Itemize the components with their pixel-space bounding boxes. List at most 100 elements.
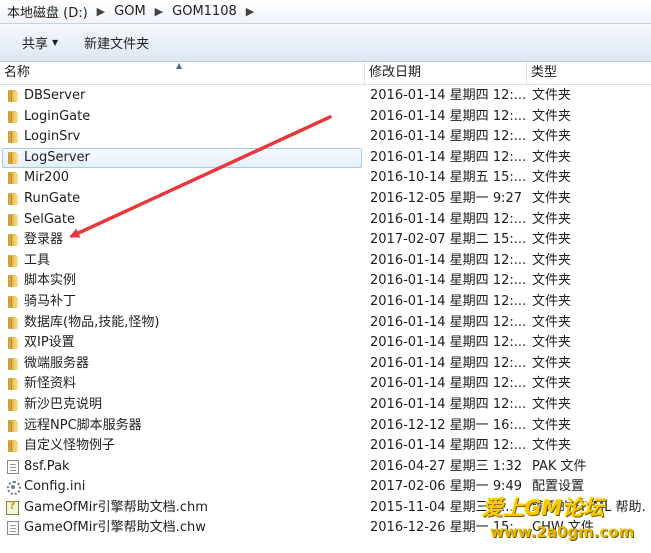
folder-icon	[6, 213, 20, 227]
file-row[interactable]: 新怪资料 2016-01-14 星期四 12:... 文件夹	[0, 374, 651, 395]
file-name: 登录器	[24, 232, 64, 248]
chevron-down-icon: ▼	[52, 38, 59, 47]
folder-icon	[6, 274, 20, 288]
breadcrumb-separator-icon[interactable]: ▶	[149, 5, 169, 18]
file-name: GameOfMir引擎帮助文档.chm	[24, 499, 208, 515]
settings-file-icon	[6, 480, 21, 496]
column-header-name[interactable]: 名称	[0, 62, 365, 84]
file-list[interactable]: DBServer 2016-01-14 星期四 12:... 文件夹 LoginGat…	[0, 86, 651, 553]
file-date: 2016-01-14 星期四 12:...	[370, 293, 525, 309]
file-row[interactable]: RunGate 2016-12-05 星期一 9:27 文件夹	[0, 189, 651, 210]
file-date: 2016-01-14 星期四 12:...	[370, 376, 525, 392]
file-type: 文件夹	[532, 129, 572, 145]
folder-icon	[6, 295, 20, 309]
file-row[interactable]: GameOfMir引擎帮助文档.chm 2015-11-04 星期三 1... 编译…	[0, 498, 651, 519]
file-date: 2016-01-14 星期四 12:...	[370, 108, 525, 124]
file-name: 远程NPC脚本服务器	[24, 417, 142, 433]
file-name: 双IP设置	[24, 335, 75, 351]
address-bar[interactable]: 本地磁盘 (D:) ▶ GOM ▶ GOM1108 ▶	[0, 0, 651, 24]
file-row[interactable]: LogServer 2016-01-14 星期四 12:... 文件夹	[0, 147, 651, 169]
file-name: Mir200	[24, 170, 69, 186]
file-type: 编译的 HTML 帮助...	[532, 499, 647, 515]
file-date: 2017-02-07 星期二 15:...	[370, 232, 525, 248]
folder-icon	[6, 419, 20, 433]
file-row[interactable]: LoginGate 2016-01-14 星期四 12:... 文件夹	[0, 107, 651, 128]
share-button[interactable]: 共享 ▼	[14, 30, 66, 55]
file-row[interactable]: Mir200 2016-10-14 星期五 15:... 文件夹	[0, 168, 651, 189]
file-row[interactable]: 登录器 2017-02-07 星期二 15:... 文件夹	[0, 230, 651, 251]
file-row[interactable]: 远程NPC脚本服务器 2016-12-12 星期一 16:... 文件夹	[0, 416, 651, 437]
file-row[interactable]: GameOfMir引擎帮助文档.chw 2016-12-26 星期一 15:...…	[0, 518, 651, 539]
column-header-type[interactable]: 类型	[527, 62, 651, 84]
folder-icon	[6, 336, 20, 350]
file-type: 文件夹	[532, 417, 572, 433]
file-type: 文件夹	[532, 376, 572, 392]
folder-icon	[6, 171, 20, 185]
column-headers: ▲ 名称 修改日期 类型	[0, 62, 651, 85]
file-name: GameOfMir引擎帮助文档.chw	[24, 520, 206, 536]
file-date: 2017-02-06 星期一 9:49	[370, 479, 523, 495]
breadcrumb-separator-icon[interactable]: ▶	[91, 5, 111, 18]
file-date: 2016-01-14 星期四 12:...	[370, 129, 525, 145]
file-type: 文件夹	[532, 314, 572, 330]
folder-icon	[6, 151, 20, 165]
folder-icon	[6, 316, 20, 330]
file-date: 2016-01-14 星期四 12:...	[370, 355, 525, 371]
folder-icon	[6, 130, 20, 144]
breadcrumb-separator-icon[interactable]: ▶	[240, 5, 260, 18]
file-row[interactable]: DBServer 2016-01-14 星期四 12:... 文件夹	[0, 86, 651, 107]
file-row[interactable]: 新沙巴克说明 2016-01-14 星期四 12:... 文件夹	[0, 395, 651, 416]
file-row[interactable]: 微端服务器 2016-01-14 星期四 12:... 文件夹	[0, 354, 651, 375]
file-type: 文件夹	[532, 293, 572, 309]
help-file-icon	[6, 499, 19, 515]
file-row[interactable]: SelGate 2016-01-14 星期四 12:... 文件夹	[0, 210, 651, 231]
file-name: 新怪资料	[24, 376, 77, 392]
file-date: 2016-12-05 星期一 9:27	[370, 190, 523, 206]
file-type: 文件夹	[532, 335, 572, 351]
file-type: 文件夹	[532, 170, 572, 186]
new-folder-button-label: 新建文件夹	[84, 37, 150, 52]
breadcrumb-item-drive[interactable]: 本地磁盘 (D:)	[4, 2, 91, 21]
file-row[interactable]: 工具 2016-01-14 星期四 12:... 文件夹	[0, 251, 651, 272]
file-date: 2016-01-14 星期四 12:...	[370, 149, 525, 165]
file-row[interactable]: 骑马补丁 2016-01-14 星期四 12:... 文件夹	[0, 292, 651, 313]
file-row[interactable]: 双IP设置 2016-01-14 星期四 12:... 文件夹	[0, 333, 651, 354]
file-date: 2016-01-14 星期四 12:...	[370, 396, 525, 412]
file-date: 2015-11-04 星期三 1...	[370, 499, 514, 515]
folder-icon	[6, 89, 20, 103]
share-button-label: 共享	[22, 37, 49, 52]
file-date: 2016-01-14 星期四 12:...	[370, 211, 525, 227]
file-row[interactable]: 数据库(物品,技能,怪物) 2016-01-14 星期四 12:... 文件夹	[0, 313, 651, 334]
new-folder-button[interactable]: 新建文件夹	[76, 30, 157, 55]
folder-icon	[6, 398, 20, 412]
file-name: 自定义怪物例子	[24, 438, 116, 454]
file-name: 数据库(物品,技能,怪物)	[24, 314, 160, 330]
file-date: 2016-01-14 星期四 12:...	[370, 335, 525, 351]
file-name: LoginSrv	[24, 129, 81, 145]
file-type: 文件夹	[532, 252, 572, 268]
file-type: 文件夹	[532, 88, 572, 103]
breadcrumb-item-gom1108[interactable]: GOM1108	[169, 4, 240, 19]
file-name: 新沙巴克说明	[24, 396, 103, 412]
file-row[interactable]: 脚本实例 2016-01-14 星期四 12:... 文件夹	[0, 271, 651, 292]
file-type: PAK 文件	[532, 458, 587, 474]
breadcrumb-item-gom[interactable]: GOM	[111, 4, 149, 19]
file-row[interactable]: 自定义怪物例子 2016-01-14 星期四 12:... 文件夹	[0, 436, 651, 457]
file-name: DBServer	[24, 88, 86, 103]
file-type: 文件夹	[532, 108, 572, 124]
file-type: 文件夹	[532, 211, 572, 227]
folder-icon	[6, 377, 20, 391]
file-type: 文件夹	[532, 149, 572, 165]
file-name: Config.ini	[24, 479, 86, 495]
file-row[interactable]: Config.ini 2017-02-06 星期一 9:49 配置设置	[0, 477, 651, 498]
file-row[interactable]: LoginSrv 2016-01-14 星期四 12:... 文件夹	[0, 127, 651, 148]
file-date: 2016-01-14 星期四 12:...	[370, 88, 525, 103]
file-type: 配置设置	[532, 479, 585, 495]
folder-icon	[6, 110, 20, 124]
column-header-date[interactable]: 修改日期	[365, 62, 527, 84]
file-date: 2016-01-14 星期四 12:...	[370, 438, 525, 454]
file-row[interactable]: 8sf.Pak 2016-04-27 星期三 1:32 PAK 文件	[0, 457, 651, 478]
file-name: 脚本实例	[24, 273, 77, 289]
file-type: 文件夹	[532, 396, 572, 412]
file-type: 文件夹	[532, 190, 572, 206]
